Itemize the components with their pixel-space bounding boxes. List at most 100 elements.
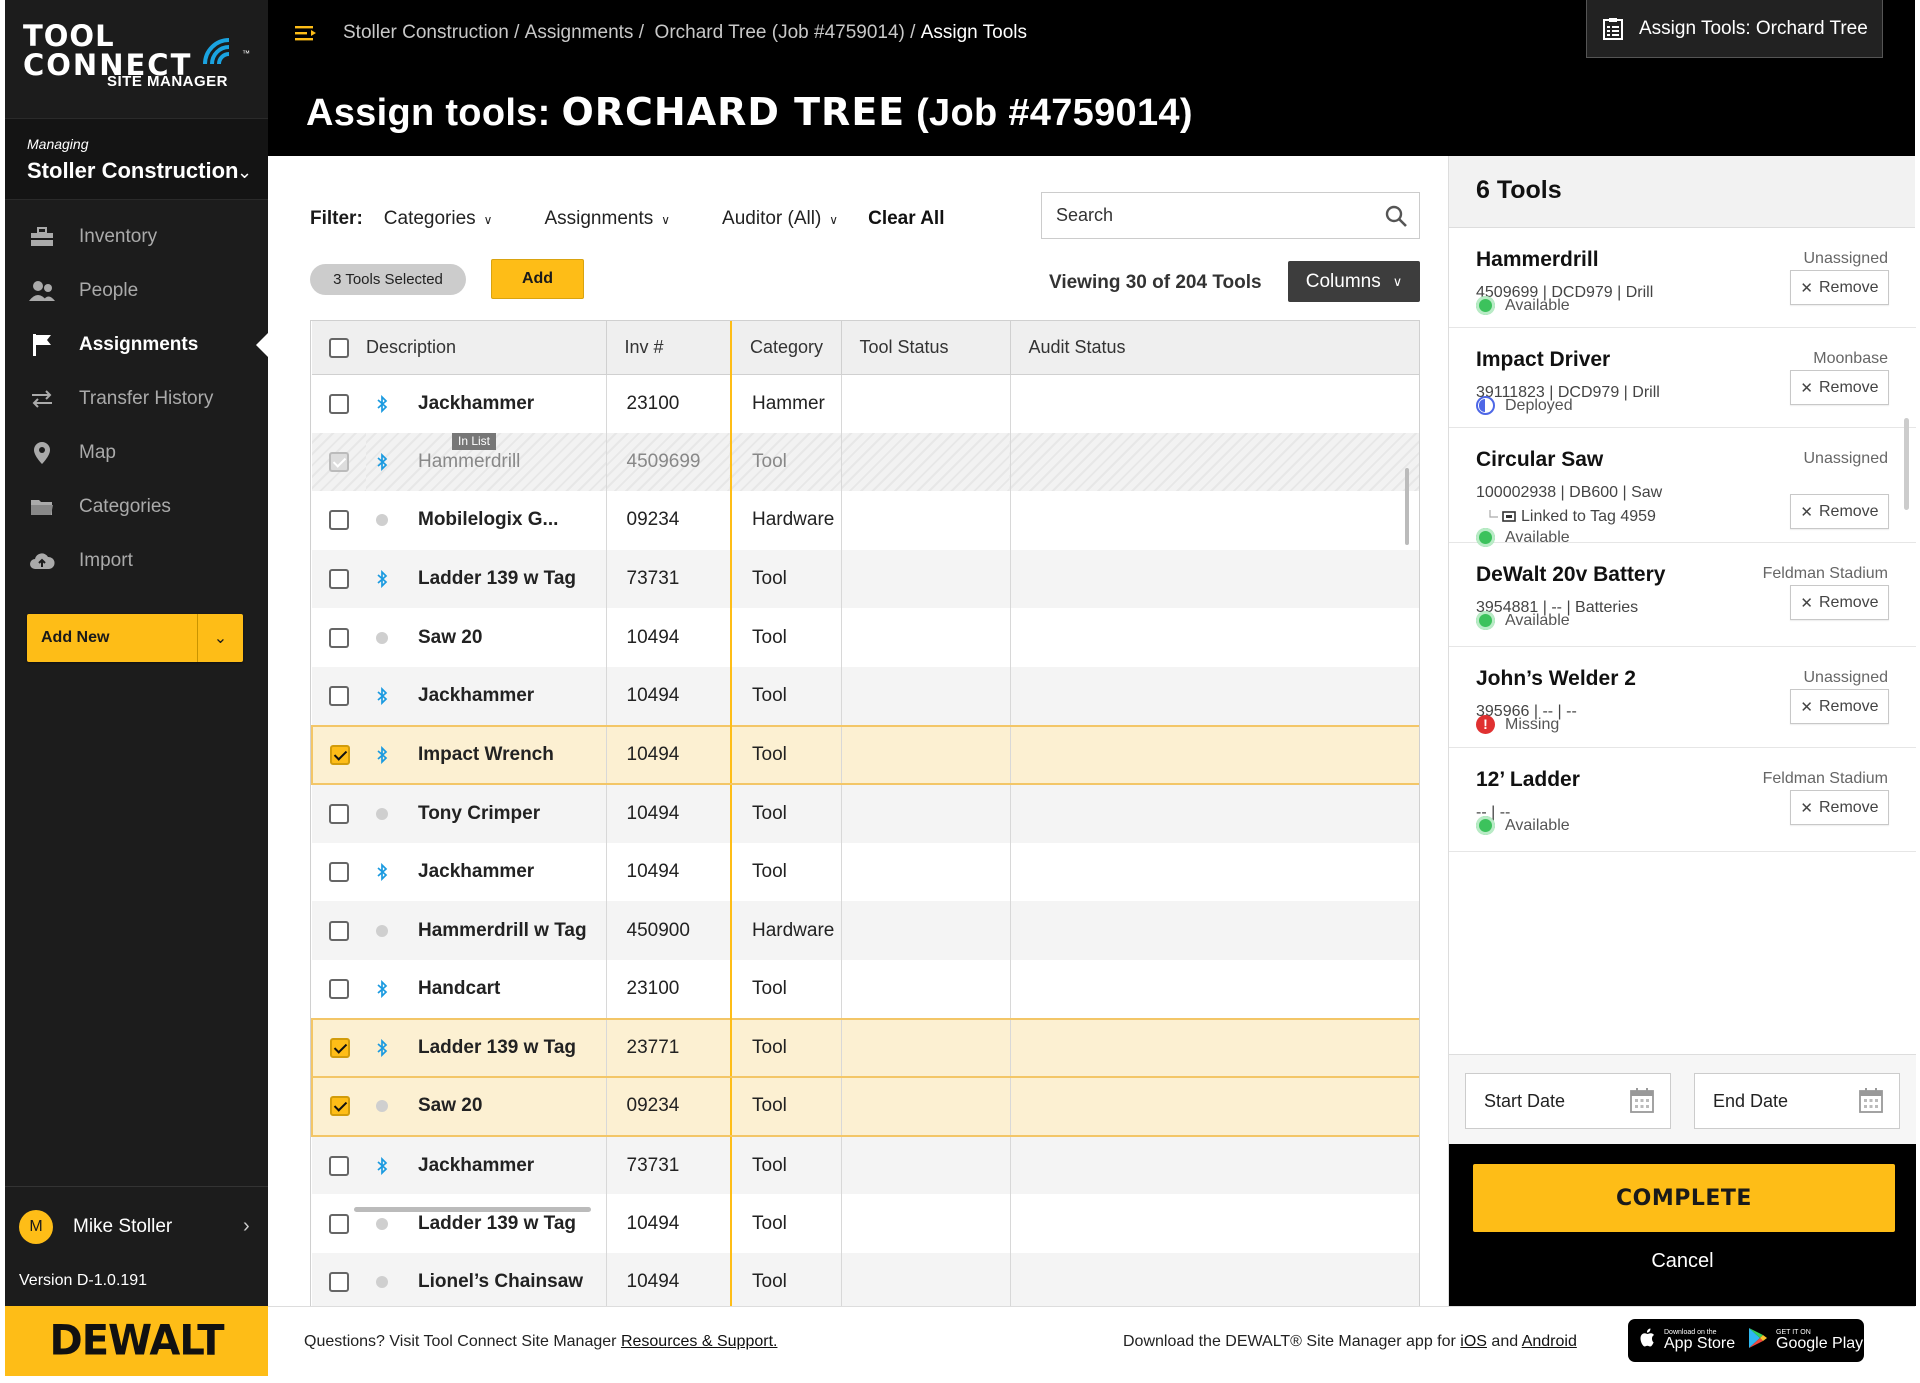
table-row[interactable]: In List Hammerdrill 4509699 Tool bbox=[312, 432, 1419, 492]
breadcrumb: Stoller Construction / Assignments / Orc… bbox=[295, 22, 1027, 44]
cell-tool-status bbox=[841, 608, 1011, 667]
search-input[interactable] bbox=[1042, 193, 1373, 238]
table-horizontal-scrollbar[interactable] bbox=[354, 1207, 591, 1212]
breadcrumb-company[interactable]: Stoller Construction bbox=[343, 22, 509, 44]
table-row[interactable]: Hammerdrill w Tag 450900 Hardware bbox=[312, 901, 1419, 960]
table-row[interactable]: Ladder 139 w Tag 73731 Tool bbox=[312, 549, 1419, 609]
table-row[interactable]: Mobilelogix G... 09234 Hardware bbox=[312, 491, 1419, 550]
android-link[interactable]: Android bbox=[1522, 1333, 1577, 1350]
row-checkbox[interactable] bbox=[329, 1155, 349, 1176]
row-checkbox[interactable] bbox=[329, 627, 349, 648]
calendar-icon[interactable] bbox=[1859, 1087, 1883, 1118]
cell-inv: 10494 bbox=[606, 608, 732, 667]
cell-description: Hammerdrill w Tag bbox=[366, 901, 607, 960]
complete-button[interactable]: COMPLETE bbox=[1473, 1164, 1895, 1232]
table-row[interactable]: Saw 20 09234 Tool bbox=[311, 1076, 1419, 1137]
table-row[interactable]: Ladder 139 w Tag 23771 Tool bbox=[311, 1017, 1419, 1079]
table-row[interactable]: Tony Crimper 10494 Tool bbox=[312, 784, 1419, 843]
end-date-field[interactable]: End Date bbox=[1694, 1073, 1900, 1129]
breadcrumb-job[interactable]: Orchard Tree (Job #4759014) bbox=[655, 22, 905, 44]
remove-button[interactable]: ✕ Remove bbox=[1790, 270, 1889, 305]
select-all-checkbox[interactable] bbox=[329, 337, 349, 358]
selected-tool-name: 12’ Ladder bbox=[1476, 768, 1580, 791]
sidebar-item-people[interactable]: People bbox=[5, 264, 268, 318]
table-row[interactable]: Jackhammer 10494 Tool bbox=[312, 842, 1419, 902]
categories-filter[interactable]: Categories ∨ bbox=[384, 208, 493, 230]
table-vertical-scrollbar[interactable] bbox=[1405, 468, 1409, 545]
search-icon[interactable] bbox=[1373, 205, 1419, 227]
table-row[interactable]: Jackhammer 73731 Tool bbox=[312, 1135, 1419, 1195]
cell-category: Tool bbox=[731, 1252, 842, 1306]
column-audit-status[interactable]: Audit Status bbox=[1010, 321, 1419, 375]
row-checkbox[interactable] bbox=[329, 685, 349, 706]
table-row[interactable]: Ladder 139 w Tag 10494 Tool bbox=[312, 1194, 1419, 1253]
download-prefix: Download the DEWALT® Site Manager app fo… bbox=[1123, 1333, 1456, 1350]
row-checkbox[interactable] bbox=[329, 1272, 349, 1293]
add-new-button[interactable]: Add New ⌄ bbox=[27, 614, 243, 662]
sidebar-item-categories[interactable]: Categories bbox=[5, 480, 268, 534]
chevron-down-icon[interactable]: ⌄ bbox=[197, 614, 243, 662]
add-button[interactable]: Add bbox=[491, 259, 584, 299]
row-checkbox[interactable] bbox=[329, 862, 349, 883]
row-checkbox[interactable] bbox=[329, 920, 349, 941]
row-checkbox[interactable] bbox=[329, 978, 349, 999]
sidebar-item-transfer-history[interactable]: Transfer History bbox=[5, 372, 268, 426]
panel-scrollbar[interactable] bbox=[1904, 418, 1909, 510]
remove-button[interactable]: ✕ Remove bbox=[1790, 494, 1889, 529]
table-row[interactable]: Jackhammer 23100 Hammer bbox=[312, 374, 1419, 433]
breadcrumb-assignments[interactable]: Assignments bbox=[525, 22, 634, 44]
column-tool-status[interactable]: Tool Status bbox=[841, 321, 1011, 375]
cancel-button[interactable]: Cancel bbox=[1449, 1250, 1916, 1273]
row-checkbox[interactable] bbox=[329, 393, 349, 414]
remove-button[interactable]: ✕ Remove bbox=[1790, 689, 1889, 724]
sidebar-item-inventory[interactable]: Inventory bbox=[5, 210, 268, 264]
row-checkbox[interactable] bbox=[329, 1096, 350, 1117]
cell-category: Tool bbox=[731, 549, 842, 609]
sidebar-item-map[interactable]: Map bbox=[5, 426, 268, 480]
table-row[interactable]: Handcart 23100 Tool bbox=[312, 959, 1419, 1019]
row-checkbox[interactable] bbox=[329, 744, 350, 765]
ios-link[interactable]: iOS bbox=[1460, 1333, 1487, 1350]
remove-button[interactable]: ✕ Remove bbox=[1790, 585, 1889, 620]
clear-all-button[interactable]: Clear All bbox=[868, 208, 944, 230]
cell-audit-status bbox=[1010, 1194, 1419, 1253]
tools-table: Description Inv # Category Tool Status A… bbox=[311, 321, 1419, 1306]
table-row[interactable]: Lionel’s Chainsaw 10494 Tool bbox=[312, 1252, 1419, 1306]
tool-name: Saw 20 bbox=[418, 1095, 483, 1117]
tool-connect-logo[interactable]: TOOL CONNECT ™ SITE MANAGER bbox=[23, 22, 253, 102]
cell-description: Jackhammer bbox=[366, 842, 607, 902]
assign-tools-tab[interactable]: Assign Tools: Orchard Tree bbox=[1586, 0, 1883, 58]
columns-button[interactable]: Columns ∨ bbox=[1288, 261, 1420, 302]
auditor-filter[interactable]: Auditor (All) ∨ bbox=[722, 208, 838, 230]
row-checkbox[interactable] bbox=[329, 569, 349, 590]
row-checkbox[interactable] bbox=[329, 510, 349, 531]
user-menu[interactable]: M Mike Stoller › bbox=[5, 1186, 268, 1261]
no-tag-dot-icon bbox=[366, 924, 398, 937]
map-pin-icon bbox=[27, 440, 57, 466]
panel-header: 6 Tools bbox=[1449, 156, 1915, 228]
cell-audit-status bbox=[1010, 959, 1419, 1019]
dewalt-wordmark: DEWALT bbox=[49, 1316, 225, 1366]
google-play-badge[interactable]: GET IT ON Google Play bbox=[1738, 1319, 1864, 1362]
column-description[interactable]: Description bbox=[366, 321, 607, 375]
table-row[interactable]: Jackhammer 10494 Tool bbox=[312, 666, 1419, 726]
sidebar-item-import[interactable]: Import bbox=[5, 534, 268, 588]
row-checkbox[interactable] bbox=[329, 1037, 350, 1058]
row-checkbox[interactable] bbox=[329, 1213, 349, 1234]
calendar-icon[interactable] bbox=[1630, 1087, 1654, 1118]
column-category[interactable]: Category bbox=[731, 321, 842, 375]
table-row[interactable]: Impact Wrench 10494 Tool bbox=[311, 724, 1419, 786]
menu-collapse-icon[interactable] bbox=[295, 25, 317, 41]
assignments-filter[interactable]: Assignments ∨ bbox=[544, 208, 670, 230]
company-switcher[interactable]: Managing Stoller Construction ⌄ bbox=[5, 118, 268, 200]
start-date-field[interactable]: Start Date bbox=[1465, 1073, 1671, 1129]
row-checkbox[interactable] bbox=[329, 803, 349, 824]
app-store-badge[interactable]: Download on the App Store bbox=[1628, 1319, 1752, 1362]
cell-audit-status bbox=[1010, 1135, 1419, 1195]
sidebar-item-assignments[interactable]: Assignments bbox=[5, 318, 268, 372]
resources-support-link[interactable]: Resources & Support. bbox=[621, 1333, 778, 1350]
remove-button[interactable]: ✕ Remove bbox=[1790, 790, 1889, 825]
remove-button[interactable]: ✕ Remove bbox=[1790, 370, 1889, 405]
table-row[interactable]: Saw 20 10494 Tool bbox=[312, 608, 1419, 667]
column-inv[interactable]: Inv # bbox=[606, 321, 732, 375]
